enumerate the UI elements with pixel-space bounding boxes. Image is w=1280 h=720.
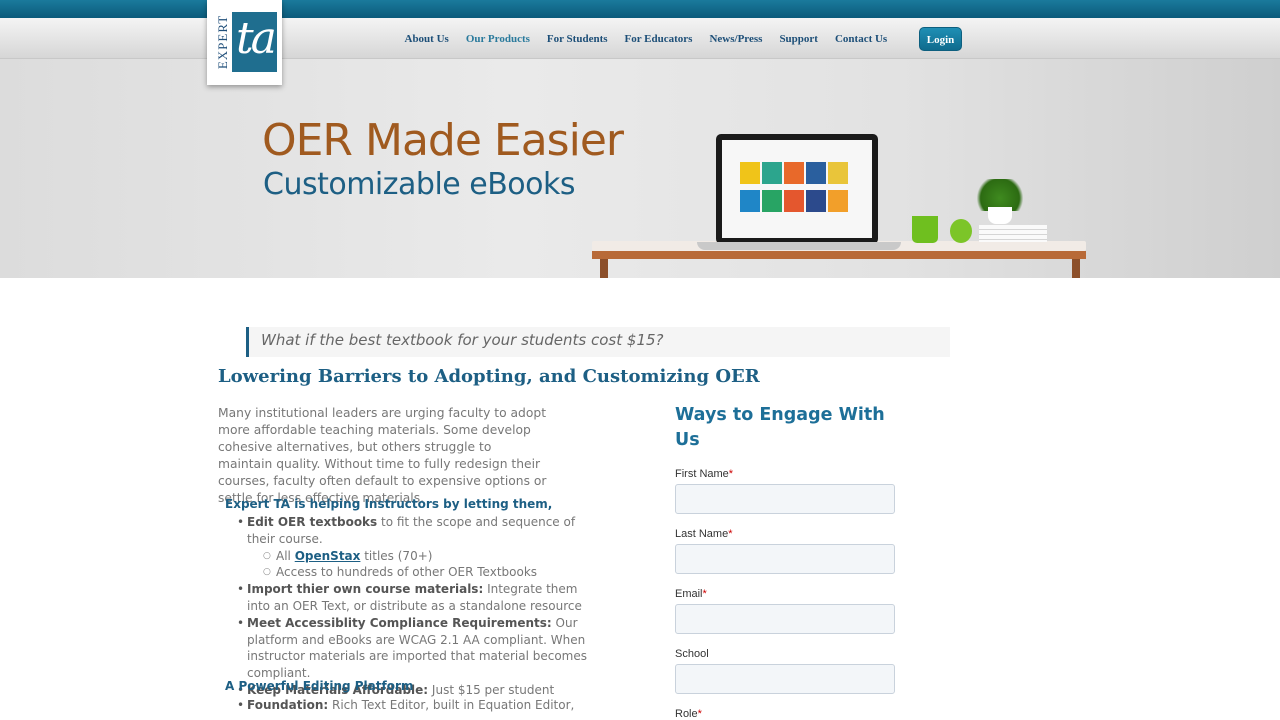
logo-word: EXPERT <box>215 14 230 70</box>
nav-news-press[interactable]: News/Press <box>701 29 771 49</box>
book-cover <box>784 190 804 212</box>
subheading-editing: A Powerful Editing Platform <box>225 679 414 693</box>
list-item-text: Just $15 per student <box>428 682 555 697</box>
section-heading: Lowering Barriers to Adopting, and Custo… <box>218 366 760 387</box>
desk-leg <box>1072 259 1080 278</box>
sub-item-suffix: titles (70+) <box>360 548 433 563</box>
feature-list: Edit OER textbooks to fit the scope and … <box>237 514 597 699</box>
sub-item-prefix: All <box>276 548 295 563</box>
last-name-field[interactable] <box>675 544 895 574</box>
pull-quote: What if the best textbook for your stude… <box>246 327 950 357</box>
book-cover <box>806 162 826 184</box>
book-cover <box>806 190 826 212</box>
logo-mark: ta <box>236 13 277 64</box>
desk-edge <box>592 251 1086 259</box>
book-cover <box>828 162 848 184</box>
main-nav: About Us Our Products For Students For E… <box>396 29 896 49</box>
hero-subtitle: Customizable eBooks <box>263 167 576 202</box>
nav-support[interactable]: Support <box>771 29 827 49</box>
form-title: Ways to Engage With Us <box>675 405 885 450</box>
email-label: Email* <box>675 588 707 600</box>
sub-list: All OpenStax titles (70+) Access to hund… <box>247 548 597 582</box>
list-item-bold: Foundation: <box>247 698 329 712</box>
sub-list-item: All OpenStax titles (70+) <box>263 548 597 565</box>
book-cover <box>740 190 760 212</box>
apple-illustration <box>950 219 972 243</box>
email-field[interactable] <box>675 604 895 634</box>
required-mark: * <box>728 468 734 480</box>
laptop-display <box>722 140 872 238</box>
subheading-helping: Expert TA is helping Instructors by lett… <box>225 497 553 511</box>
first-name-field[interactable] <box>675 484 895 514</box>
book-cover <box>762 162 782 184</box>
book-cover <box>784 162 804 184</box>
laptop-illustration <box>716 134 878 244</box>
laptop-base <box>697 242 901 250</box>
hero-title: OER Made Easier <box>262 115 624 166</box>
required-mark: * <box>728 528 733 540</box>
label-text: Last Name <box>675 528 729 540</box>
book-cover <box>762 190 782 212</box>
login-button[interactable]: Login <box>919 27 962 51</box>
label-text: Email <box>675 588 703 600</box>
expert-ta-logo[interactable]: ta EXPERT <box>207 0 282 85</box>
book-cover <box>740 162 760 184</box>
editing-list: Foundation: Rich Text Editor, built in E… <box>237 697 597 714</box>
nav-about-us[interactable]: About Us <box>396 29 457 49</box>
required-mark: * <box>697 708 702 720</box>
sub-list-item: Access to hundreds of other OER Textbook… <box>263 564 597 581</box>
nav-for-students[interactable]: For Students <box>538 29 616 49</box>
list-item: Import thier own course materials: Integ… <box>237 581 597 615</box>
mug-illustration <box>912 216 938 243</box>
label-text: Role <box>675 708 698 720</box>
nav-for-educators[interactable]: For Educators <box>616 29 701 49</box>
first-name-label: First Name* <box>675 468 733 480</box>
book-stack-illustration <box>979 225 1047 242</box>
role-label: Role* <box>675 708 702 720</box>
label-text: First Name <box>675 468 729 480</box>
nav-contact-us[interactable]: Contact Us <box>826 29 895 49</box>
list-item-bold: Import thier own course materials: <box>247 582 484 597</box>
nav-our-products[interactable]: Our Products <box>457 29 538 49</box>
required-mark: * <box>702 588 707 600</box>
openstax-link[interactable]: OpenStax <box>295 549 361 563</box>
school-field[interactable] <box>675 664 895 694</box>
desk-leg <box>600 259 608 278</box>
book-cover <box>828 190 848 212</box>
list-item: Edit OER textbooks to fit the scope and … <box>237 514 597 582</box>
school-label: School <box>675 648 709 660</box>
plant-pot <box>988 207 1012 224</box>
last-name-label: Last Name* <box>675 528 732 540</box>
intro-paragraph: Many institutional leaders are urging fa… <box>218 406 547 505</box>
list-item-text: Rich Text Editor, built in Equation Edit… <box>328 698 575 712</box>
list-item: Meet Accessiblity Compliance Requirement… <box>237 615 597 682</box>
list-item: Foundation: Rich Text Editor, built in E… <box>237 697 597 714</box>
top-accent-bar <box>0 0 1280 18</box>
hero-banner: OER Made Easier Customizable eBooks <box>0 59 1280 278</box>
list-item-bold: Edit OER textbooks <box>247 515 378 529</box>
list-item-bold: Meet Accessiblity Compliance Requirement… <box>247 615 552 630</box>
